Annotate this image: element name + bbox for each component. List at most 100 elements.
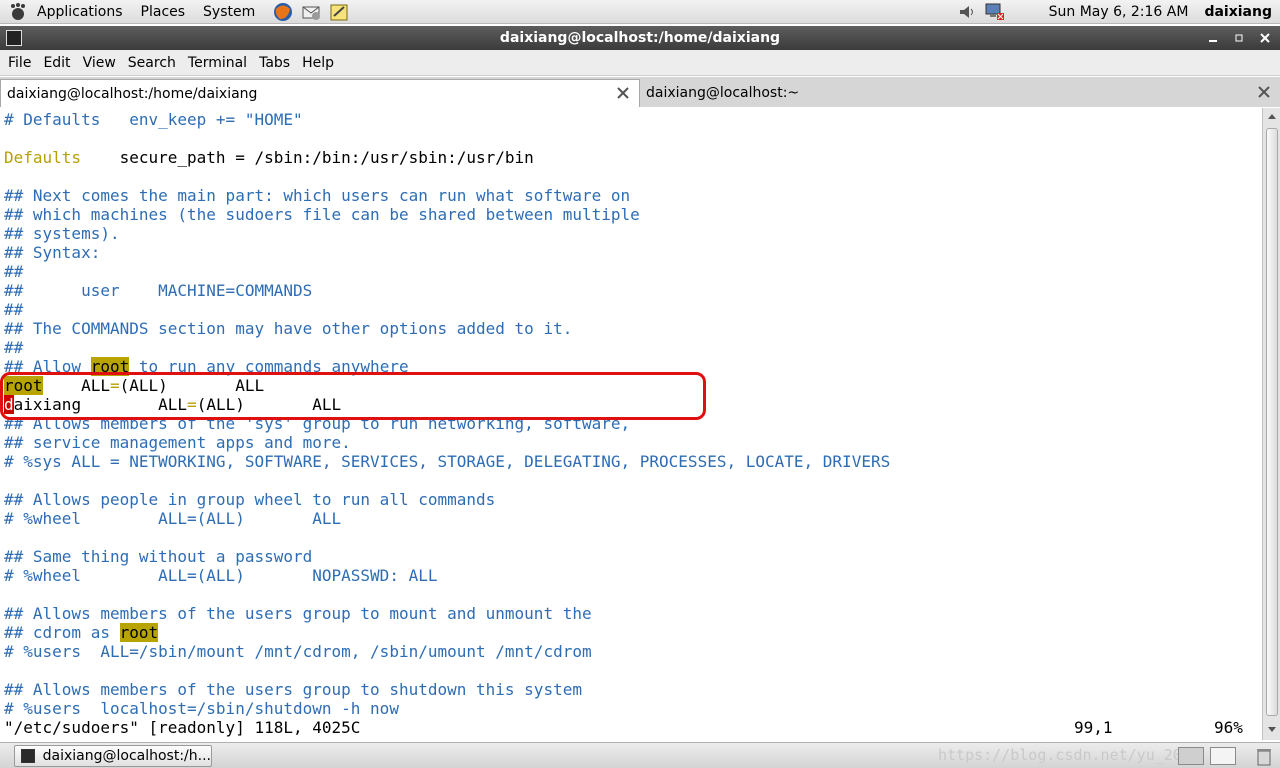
terminal-text-segment: ## Allows members of the users group to … bbox=[4, 604, 592, 623]
taskbar-label: daixiang@localhost:/h... bbox=[42, 748, 211, 764]
scroll-up-arrow-icon[interactable] bbox=[1265, 110, 1279, 124]
terminal-text-segment: ALL bbox=[81, 395, 188, 414]
menu-edit[interactable]: Edit bbox=[37, 55, 76, 71]
terminal-line: ## service management apps and more. bbox=[4, 433, 890, 452]
terminal-line: ## Next comes the main part: which users… bbox=[4, 186, 890, 205]
taskbar-terminal-button[interactable]: daixiang@localhost:/h... bbox=[14, 745, 212, 767]
window-controls bbox=[1204, 29, 1274, 47]
tab-label: daixiang@localhost:~ bbox=[646, 85, 800, 101]
status-scroll-percent: 96% bbox=[1214, 718, 1243, 737]
terminal-text-segment: = bbox=[109, 376, 120, 395]
terminal-text-segment: root bbox=[90, 357, 130, 376]
menu-view[interactable]: View bbox=[77, 55, 122, 71]
minimize-button[interactable] bbox=[1204, 29, 1222, 47]
terminal-line: daixiang ALL=(ALL) ALL bbox=[4, 395, 890, 414]
terminal-text-segment: ## systems). bbox=[4, 224, 120, 243]
applications-menu[interactable]: Applications bbox=[0, 0, 132, 24]
terminal-line: # %sys ALL = NETWORKING, SOFTWARE, SERVI… bbox=[4, 452, 890, 471]
terminal-text-segment: ## Same thing without a password bbox=[4, 547, 313, 566]
terminal-text-segment: ## bbox=[4, 338, 24, 357]
system-menu[interactable]: System bbox=[194, 0, 264, 24]
terminal-line: # Defaults env_keep += "HOME" bbox=[4, 110, 890, 129]
workspace-2[interactable] bbox=[1210, 747, 1236, 765]
trash-icon[interactable] bbox=[1256, 746, 1272, 766]
terminal-line: ## systems). bbox=[4, 224, 890, 243]
terminal-content[interactable]: # Defaults env_keep += "HOME" Defaults se… bbox=[0, 108, 1262, 740]
close-tab-icon[interactable] bbox=[615, 85, 631, 101]
menu-search[interactable]: Search bbox=[122, 55, 182, 71]
terminal-text-segment: ## cdrom as bbox=[4, 623, 120, 642]
terminal-text-segment: (ALL) ALL bbox=[119, 376, 265, 395]
system-menu-label: System bbox=[203, 3, 256, 20]
terminal-line: ## Allows people in group wheel to run a… bbox=[4, 490, 890, 509]
status-cursor-position: 99,1 bbox=[1074, 718, 1113, 737]
applications-menu-label: Applications bbox=[37, 3, 123, 20]
terminal-line: ## Allows members of the users group to … bbox=[4, 604, 890, 623]
terminal-text-segment: ## bbox=[4, 300, 24, 319]
network-disconnected-icon[interactable] bbox=[984, 1, 1006, 23]
terminal-text-segment: ## Allows members of the 'sys' group to … bbox=[4, 414, 631, 433]
clock[interactable]: Sun May 6, 2:16 AM bbox=[1049, 4, 1189, 20]
tab-home-tilde[interactable]: daixiang@localhost:~ bbox=[640, 79, 1280, 107]
tab-label: daixiang@localhost:/home/daixiang bbox=[7, 85, 258, 102]
mail-launcher-icon[interactable] bbox=[300, 1, 322, 23]
terminal-text-segment: ALL bbox=[42, 376, 110, 395]
user-switcher[interactable]: daixiang bbox=[1204, 4, 1272, 20]
terminal-text-segment: ## The COMMANDS section may have other o… bbox=[4, 319, 573, 338]
terminal-line: ## Syntax: bbox=[4, 243, 890, 262]
menu-help[interactable]: Help bbox=[296, 55, 340, 71]
terminal-text-segment: ## Syntax: bbox=[4, 243, 101, 262]
close-tab-icon[interactable] bbox=[1256, 84, 1272, 100]
terminal-text-segment: ## bbox=[4, 262, 24, 281]
vertical-scrollbar[interactable] bbox=[1262, 108, 1280, 740]
window-titlebar[interactable]: daixiang@localhost:/home/daixiang bbox=[0, 26, 1280, 50]
places-menu[interactable]: Places bbox=[132, 0, 195, 24]
terminal-text-segment: # %users ALL=/sbin/mount /mnt/cdrom, /sb… bbox=[4, 642, 592, 661]
close-window-button[interactable] bbox=[1256, 29, 1274, 47]
notes-launcher-icon[interactable] bbox=[328, 1, 350, 23]
terminal-line: # %users localhost=/sbin/shutdown -h now bbox=[4, 699, 890, 718]
menu-terminal[interactable]: Terminal bbox=[182, 55, 253, 71]
status-file-info: "/etc/sudoers" [readonly] 118L, 4025C bbox=[4, 718, 361, 737]
volume-icon[interactable] bbox=[956, 1, 978, 23]
scroll-thumb[interactable] bbox=[1266, 128, 1278, 716]
scroll-down-arrow-icon[interactable] bbox=[1265, 722, 1279, 736]
terminal-text-segment: secure_path = /sbin:/bin:/usr/sbin:/usr/… bbox=[81, 148, 534, 167]
terminal-text-segment: ## service management apps and more. bbox=[4, 433, 351, 452]
terminal-text-segment: ## which machines (the sudoers file can … bbox=[4, 205, 640, 224]
gnome-foot-icon bbox=[7, 1, 29, 23]
firefox-launcher-icon[interactable] bbox=[272, 1, 294, 23]
terminal-line: ## bbox=[4, 262, 890, 281]
menu-file[interactable]: File bbox=[2, 55, 37, 71]
terminal-line: ## bbox=[4, 300, 890, 319]
terminal-line: # %wheel ALL=(ALL) NOPASSWD: ALL bbox=[4, 566, 890, 585]
terminal-text-segment: # Defaults env_keep += "HOME" bbox=[4, 110, 303, 129]
terminal-text-segment: ## Allows people in group wheel to run a… bbox=[4, 490, 496, 509]
terminal-text-segment: # %sys ALL = NETWORKING, SOFTWARE, SERVI… bbox=[4, 452, 891, 471]
terminal-line: ## Same thing without a password bbox=[4, 547, 890, 566]
terminal-window-icon[interactable] bbox=[6, 30, 22, 46]
terminal-text-segment: aixiang bbox=[13, 395, 82, 414]
tab-bar: daixiang@localhost:/home/daixiang daixia… bbox=[0, 77, 1280, 107]
terminal-line: ## cdrom as root bbox=[4, 623, 890, 642]
vim-status-line: "/etc/sudoers" [readonly] 118L, 4025C 99,… bbox=[4, 718, 1243, 737]
terminal-line: # %users ALL=/sbin/mount /mnt/cdrom, /sb… bbox=[4, 642, 890, 661]
menubar: File Edit View Search Terminal Tabs Help bbox=[0, 50, 1280, 76]
maximize-button[interactable] bbox=[1230, 29, 1248, 47]
terminal-text-segment: ## user MACHINE=COMMANDS bbox=[4, 281, 313, 300]
tab-home-daixiang[interactable]: daixiang@localhost:/home/daixiang bbox=[0, 79, 640, 107]
terminal-text-segment: ## Allows members of the users group to … bbox=[4, 680, 582, 699]
workspace-1[interactable] bbox=[1178, 747, 1204, 765]
terminal-text-segment: # %wheel ALL=(ALL) NOPASSWD: ALL bbox=[4, 566, 438, 585]
terminal-text-segment: root bbox=[4, 376, 43, 395]
terminal-text-segment: ## Allow bbox=[4, 357, 91, 376]
menu-tabs[interactable]: Tabs bbox=[253, 55, 296, 71]
terminal-line: ## user MACHINE=COMMANDS bbox=[4, 281, 890, 300]
terminal-lines: # Defaults env_keep += "HOME" Defaults se… bbox=[4, 110, 1243, 737]
terminal-text-segment: # %wheel ALL=(ALL) ALL bbox=[4, 509, 342, 528]
